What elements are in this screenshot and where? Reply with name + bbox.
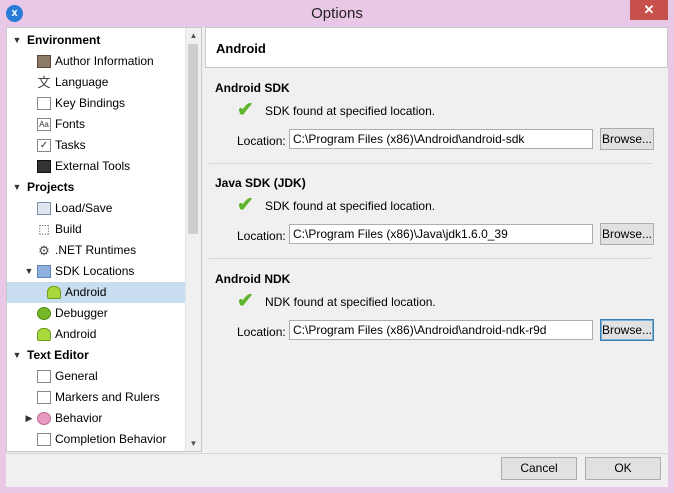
tree-item-label: Author Information	[55, 54, 154, 68]
tree-item[interactable]: Key Bindings	[7, 93, 187, 114]
check-icon: ✔	[237, 194, 254, 216]
java-sdk-location-label: Location:	[237, 229, 286, 243]
person-icon	[37, 55, 51, 68]
gear-icon: ⚙	[38, 243, 50, 258]
android-ndk-title: Android NDK	[215, 272, 291, 286]
tree-item[interactable]: Android	[7, 282, 187, 303]
tree-item[interactable]: Markers and Rulers	[7, 387, 187, 408]
tree-item-label: Load/Save	[55, 201, 113, 215]
java-sdk-browse-button[interactable]: Browse...	[600, 223, 654, 245]
android-ndk-location-label: Location:	[237, 325, 286, 339]
tree-item-label: External Tools	[55, 159, 131, 173]
tree-item[interactable]: ✓ Tasks	[7, 135, 187, 156]
fonts-icon: Aa	[37, 118, 51, 131]
client-area: ▼ Environment Author Information 文 Language K…	[6, 27, 668, 487]
tree-item[interactable]: Android	[7, 324, 187, 345]
tree-item[interactable]: ▼ SDK Locations	[7, 261, 187, 282]
tree-item-label: Language	[55, 75, 109, 89]
markers-icon	[37, 391, 51, 404]
tree-item[interactable]: ⬚ Build	[7, 219, 187, 240]
completion-icon	[37, 433, 51, 446]
language-icon: 文	[37, 75, 51, 90]
android-sdk-browse-button[interactable]: Browse...	[600, 128, 654, 150]
expand-arrow-icon[interactable]: ▼	[11, 177, 23, 198]
android-icon	[47, 286, 61, 299]
tree-item[interactable]: Debugger	[7, 303, 187, 324]
options-window: x Options ✕ ▼ Environment Author Informati…	[0, 0, 674, 493]
panel-title: Android	[216, 41, 266, 56]
scroll-down-icon[interactable]: ▼	[186, 436, 201, 451]
close-button[interactable]: ✕	[630, 0, 668, 20]
tree-item-label: Tasks	[55, 138, 86, 152]
window-title: Options	[311, 5, 363, 22]
check-icon: ✔	[237, 290, 254, 312]
tree-item-label: Markers and Rulers	[55, 390, 160, 404]
tree-item[interactable]: ▶ Behavior	[7, 408, 187, 429]
section-separator	[209, 163, 652, 164]
tree-item[interactable]: Completion Behavior	[7, 429, 187, 450]
android-icon	[37, 328, 51, 341]
android-sdk-title: Android SDK	[215, 81, 290, 95]
tree-item[interactable]: ▼ Text Editor	[7, 345, 187, 366]
tree-item[interactable]: 文 Language	[7, 72, 187, 93]
title-bar[interactable]: x Options ✕	[0, 0, 674, 27]
settings-panel: Android Android SDK ✔ SDK found at speci…	[205, 27, 668, 452]
behavior-icon	[37, 412, 51, 425]
build-icon: ⬚	[37, 222, 51, 236]
tree-item[interactable]: Author Information	[7, 51, 187, 72]
java-sdk-status: SDK found at specified location.	[265, 199, 436, 213]
tree-item[interactable]: ▼ Projects	[7, 177, 187, 198]
external-tools-icon	[37, 160, 51, 173]
tree-item-label: Build	[55, 222, 82, 236]
tree-item-label: .NET Runtimes	[55, 243, 137, 257]
scroll-up-icon[interactable]: ▲	[186, 28, 201, 43]
load-save-icon	[37, 202, 51, 215]
java-sdk-title: Java SDK (JDK)	[215, 176, 306, 190]
tree-item-label: SDK Locations	[55, 264, 135, 278]
tree-item-label: Behavior	[55, 411, 103, 425]
tree-item-label: Completion Behavior	[55, 432, 167, 446]
android-sdk-location-label: Location:	[237, 134, 286, 148]
tree-item-label: Android	[65, 285, 107, 299]
tree-item-label: Fonts	[55, 117, 86, 131]
panel-header: Android	[205, 27, 668, 68]
cancel-button[interactable]: Cancel	[501, 457, 577, 480]
tree-item[interactable]: External Tools	[7, 156, 187, 177]
folder-icon	[37, 265, 51, 278]
tree-item[interactable]: ▼ Environment	[7, 30, 187, 51]
general-icon	[37, 370, 51, 383]
tree-scrollbar[interactable]: ▲ ▼	[185, 28, 201, 451]
java-sdk-location-input[interactable]	[289, 224, 593, 244]
ok-button[interactable]: OK	[585, 457, 661, 480]
tree-item[interactable]: Load/Save	[7, 198, 187, 219]
footer-separator	[6, 453, 668, 454]
tree-item[interactable]: General	[7, 366, 187, 387]
tree-item[interactable]: Aa Fonts	[7, 114, 187, 135]
tree-item-label: Projects	[27, 180, 75, 194]
tree-item-label: Key Bindings	[55, 96, 126, 110]
android-ndk-location-input[interactable]	[289, 320, 593, 340]
expand-arrow-icon[interactable]: ▼	[11, 345, 23, 366]
expand-arrow-icon[interactable]: ▼	[11, 30, 23, 51]
key-bindings-icon	[37, 97, 51, 110]
debugger-icon	[37, 307, 51, 320]
expand-arrow-icon[interactable]: ▼	[23, 261, 35, 282]
section-separator	[209, 258, 652, 259]
options-tree: ▼ Environment Author Information 文 Language K…	[6, 27, 202, 452]
tree-item-label: Debugger	[55, 306, 108, 320]
android-ndk-browse-button[interactable]: Browse...	[600, 319, 654, 341]
tree-item-label: Android	[55, 327, 97, 341]
check-icon: ✔	[237, 99, 254, 121]
android-sdk-status: SDK found at specified location.	[265, 104, 436, 118]
collapse-arrow-icon[interactable]: ▶	[23, 408, 35, 429]
tree-item[interactable]: ⚙ .NET Runtimes	[7, 240, 187, 261]
scroll-thumb[interactable]	[188, 44, 198, 234]
android-ndk-status: NDK found at specified location.	[265, 295, 436, 309]
tasks-icon: ✓	[37, 139, 51, 152]
tree-item-label: General	[55, 369, 98, 383]
tree-item-label: Text Editor	[27, 348, 89, 362]
tree-item-label: Environment	[27, 33, 101, 47]
android-sdk-location-input[interactable]	[289, 129, 593, 149]
